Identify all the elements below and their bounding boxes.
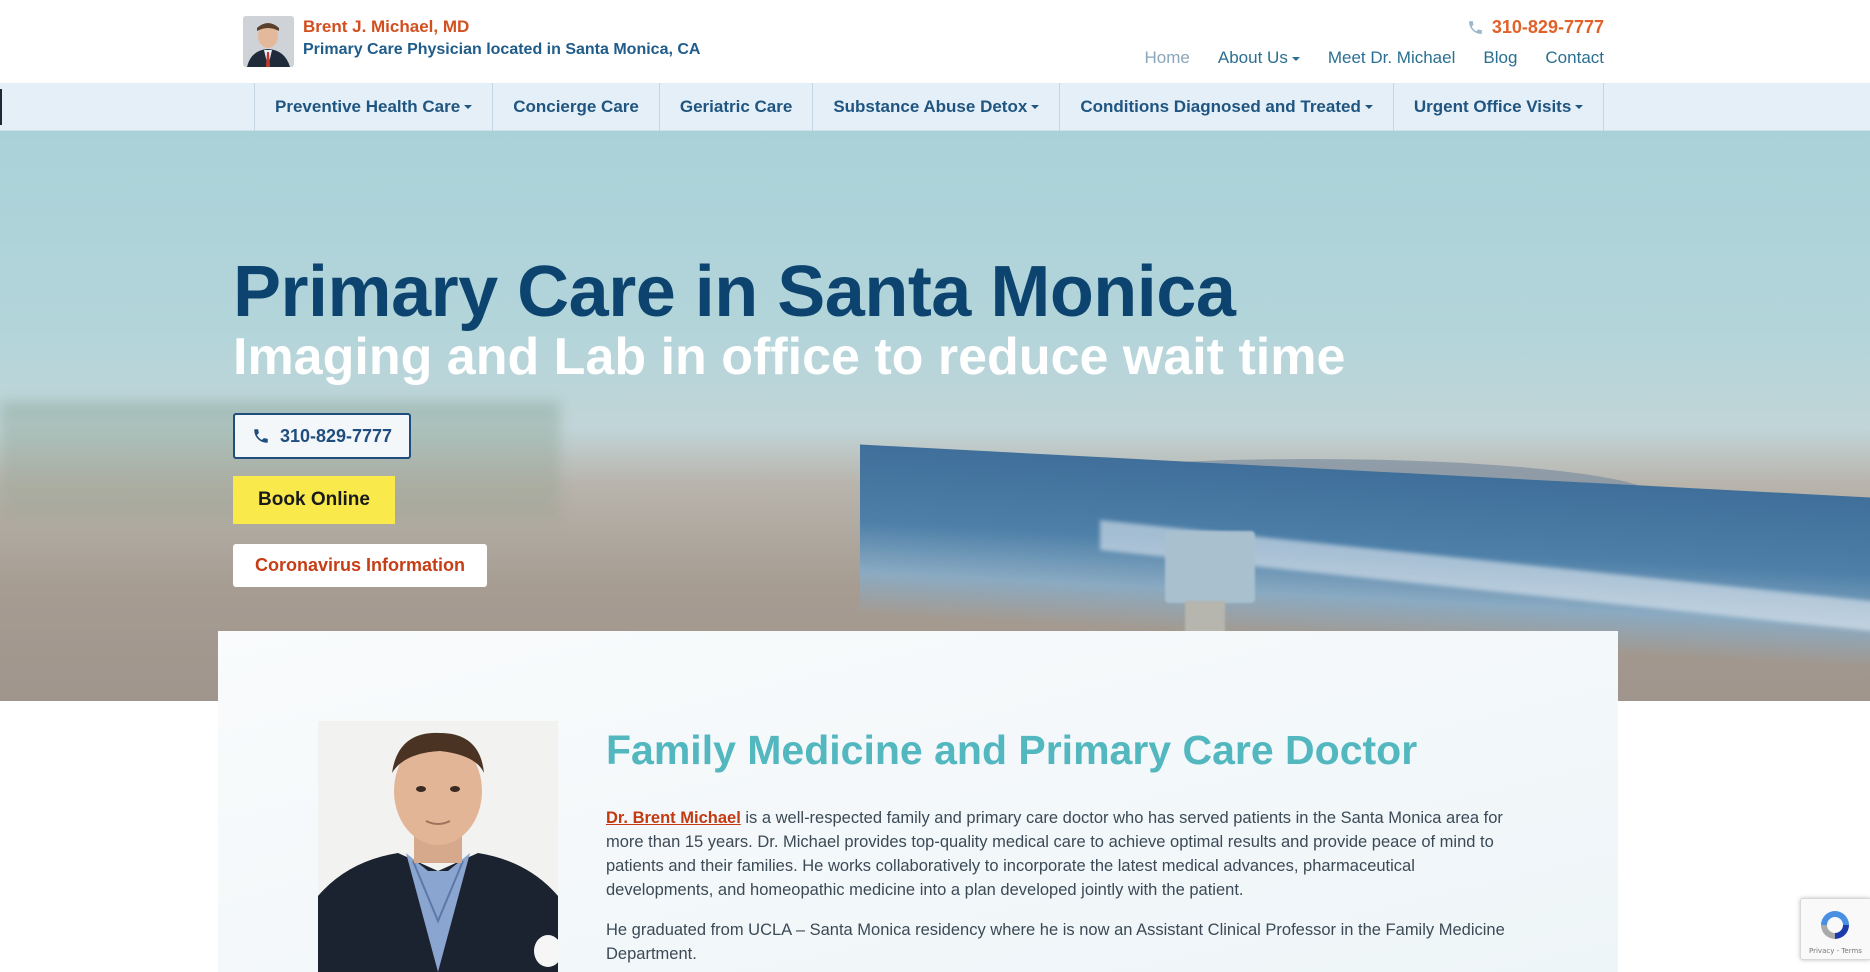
svc-preventive-health-care[interactable]: Preventive Health Care: [255, 83, 494, 131]
brand-name[interactable]: Brent J. Michael, MD: [303, 17, 469, 37]
nav-home[interactable]: Home: [1145, 48, 1190, 68]
hero-phone-button[interactable]: 310-829-7777: [233, 413, 411, 459]
header-phone-text: 310-829-7777: [1491, 17, 1604, 37]
header-phone-link[interactable]: 310-829-7777: [1467, 17, 1604, 38]
about-paragraph-1: Dr. Brent Michael is a well-respected fa…: [606, 806, 1506, 902]
nav-blog[interactable]: Blog: [1483, 48, 1517, 68]
nav-meet-dr-michael[interactable]: Meet Dr. Michael: [1328, 48, 1456, 68]
hero-background-lifeguard-tower: [1165, 531, 1255, 603]
caret-down-icon: [464, 105, 473, 109]
caret-down-icon: [1575, 105, 1584, 109]
phone-icon: [1469, 21, 1482, 34]
svc-label: Urgent Office Visits: [1413, 97, 1572, 116]
hero-title: Primary Care in Santa Monica: [233, 252, 1236, 332]
recaptcha-icon: [1821, 911, 1849, 939]
svc-label: Conditions Diagnosed and Treated: [1080, 97, 1361, 116]
hero-subtitle: Imaging and Lab in office to reduce wait…: [233, 328, 1346, 386]
brand-subtitle: Primary Care Physician located in Santa …: [303, 41, 701, 58]
about-paragraph-2: He graduated from UCLA – Santa Monica re…: [606, 921, 1505, 963]
coronavirus-info-button[interactable]: Coronavirus Information: [233, 544, 487, 587]
book-online-button[interactable]: Book Online: [233, 476, 395, 524]
doctor-profile-link[interactable]: Dr. Brent Michael: [606, 809, 741, 827]
svc-label: Concierge Care: [513, 97, 639, 116]
svc-urgent-office-visits[interactable]: Urgent Office Visits: [1394, 83, 1605, 131]
svc-concierge-care[interactable]: Concierge Care: [493, 83, 660, 131]
doctor-photo: [318, 721, 558, 972]
hero-banner: Primary Care in Santa Monica Imaging and…: [0, 131, 1870, 701]
recaptcha-footer[interactable]: Privacy - Terms: [1809, 947, 1862, 955]
svc-geriatric-care[interactable]: Geriatric Care: [660, 83, 814, 131]
service-nav: Preventive Health Care Concierge Care Ge…: [0, 83, 1870, 131]
focus-marker: [0, 89, 2, 125]
nav-about-us-label: About Us: [1217, 48, 1288, 67]
svc-substance-abuse-detox[interactable]: Substance Abuse Detox: [813, 83, 1061, 131]
caret-down-icon: [1364, 105, 1373, 109]
about-paragraph-1-text: is a well-respected family and primary c…: [606, 809, 1503, 899]
section-title: Family Medicine and Primary Care Doctor: [606, 727, 1418, 773]
nav-contact[interactable]: Contact: [1545, 48, 1604, 68]
logo-avatar[interactable]: [243, 16, 294, 67]
svc-label: Substance Abuse Detox: [833, 97, 1028, 116]
phone-icon: [254, 429, 268, 443]
svc-label: Preventive Health Care: [275, 97, 461, 116]
nav-about-us[interactable]: About Us: [1218, 48, 1300, 68]
caret-down-icon: [1031, 105, 1040, 109]
svc-conditions-diagnosed[interactable]: Conditions Diagnosed and Treated: [1060, 83, 1394, 131]
hero-phone-text: 310-829-7777: [279, 425, 393, 446]
svc-label: Geriatric Care: [679, 97, 793, 116]
site-header: Brent J. Michael, MD Primary Care Physic…: [0, 0, 1870, 83]
top-nav: Home About Us Meet Dr. Michael Blog Cont…: [1145, 48, 1604, 68]
recaptcha-badge[interactable]: Privacy - Terms: [1800, 898, 1870, 960]
caret-down-icon: [1291, 56, 1300, 61]
